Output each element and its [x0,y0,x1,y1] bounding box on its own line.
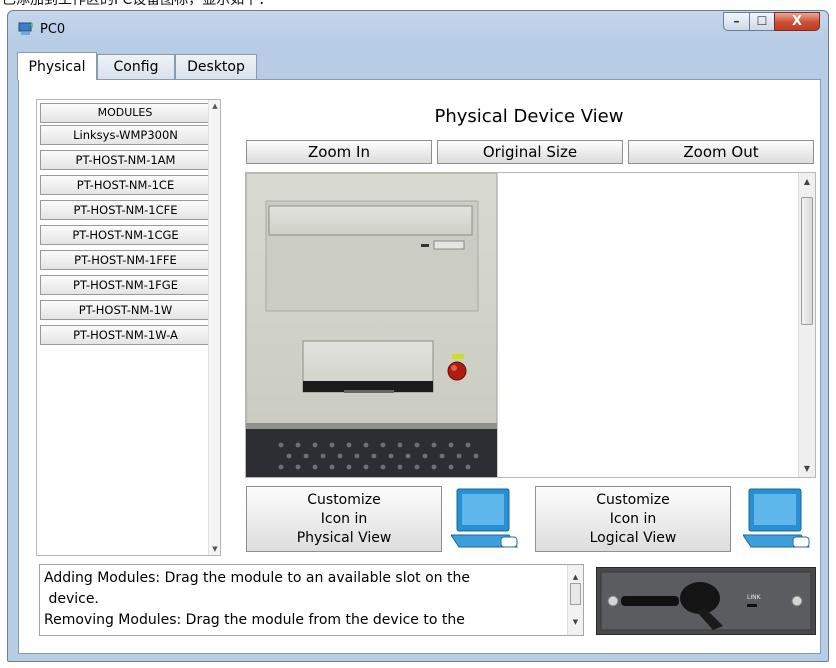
minimize-button[interactable]: – [723,12,750,31]
maximize-button[interactable]: ☐ [749,12,775,31]
pc-tower-image[interactable] [246,173,498,478]
link-label: LINK [747,594,762,601]
scroll-down-icon[interactable]: ▼ [209,545,221,553]
scroll-down-icon[interactable]: ▼ [568,612,583,633]
scroll-thumb[interactable] [570,583,581,605]
scroll-thumb[interactable] [801,197,813,325]
pc-window: PC0 – ☐ X Physical Config Desktop MODULE… [7,10,829,662]
minimize-icon: – [733,14,740,28]
computer-icon [743,488,810,548]
module-item[interactable]: PT-HOST-NM-1CFE [40,200,211,220]
window-title: PC0 [40,22,66,37]
help-text-box[interactable]: Adding Modules: Drag the module to an av… [39,564,584,636]
tab-desktop[interactable]: Desktop [175,54,257,80]
button-label-line: Customize [596,492,670,508]
computer-icon [451,488,518,548]
tab-config[interactable]: Config [97,54,175,80]
original-size-button[interactable]: Original Size [437,140,623,164]
button-label-line: Icon in [320,511,368,527]
modules-header: MODULES [40,103,210,123]
physical-device-view[interactable]: ▲ ▼ [245,172,816,478]
help-line: Removing Modules: Drag the module from t… [44,612,465,628]
module-item[interactable]: PT-HOST-NM-1W-A [40,325,211,345]
module-item[interactable]: PT-HOST-NM-1FGE [40,275,211,295]
scroll-down-icon[interactable]: ▼ [799,464,815,473]
close-button[interactable]: X [774,12,820,31]
view-scrollbar[interactable]: ▲ ▼ [798,173,815,477]
button-label-line: Icon in [609,511,657,527]
tab-physical[interactable]: Physical [17,52,97,80]
customize-logical-icon-button[interactable]: Customize Icon in Logical View [535,486,731,552]
button-label-line: Customize [307,492,381,508]
physical-view-title: Physical Device View [434,106,624,127]
module-item[interactable]: PT-HOST-NM-1FFE [40,250,211,270]
pc-window-icon [18,22,33,35]
module-item[interactable]: Linksys-WMP300N [40,125,211,145]
scroll-up-icon[interactable]: ▲ [799,177,815,186]
module-item[interactable]: PT-HOST-NM-1W [40,300,211,320]
wireless-module-image: LINK [596,567,816,635]
modules-list[interactable]: MODULES Linksys-WMP300N PT-HOST-NM-1AM P… [36,99,221,556]
scroll-up-icon[interactable]: ▲ [209,102,221,110]
help-line: Adding Modules: Drag the module to an av… [44,570,470,586]
maximize-icon: ☐ [756,14,768,28]
module-item[interactable]: PT-HOST-NM-1AM [40,150,211,170]
zoom-in-button[interactable]: Zoom In [246,140,432,164]
title-bar[interactable]: PC0 – ☐ X [8,11,828,47]
physical-tab-content: MODULES Linksys-WMP300N PT-HOST-NM-1AM P… [18,79,821,654]
help-line: device. [44,591,99,607]
button-label-line: Logical View [589,530,677,546]
button-label-line: Physical View [296,530,392,546]
close-icon: X [791,14,803,29]
help-scrollbar[interactable]: ▲ ▼ [567,565,583,635]
customize-physical-icon-button[interactable]: Customize Icon in Physical View [246,486,442,552]
module-item[interactable]: PT-HOST-NM-1CE [40,175,211,195]
module-item[interactable]: PT-HOST-NM-1CGE [40,225,211,245]
modules-scrollbar[interactable]: ▲ ▼ [208,100,220,555]
zoom-out-button[interactable]: Zoom Out [628,140,814,164]
